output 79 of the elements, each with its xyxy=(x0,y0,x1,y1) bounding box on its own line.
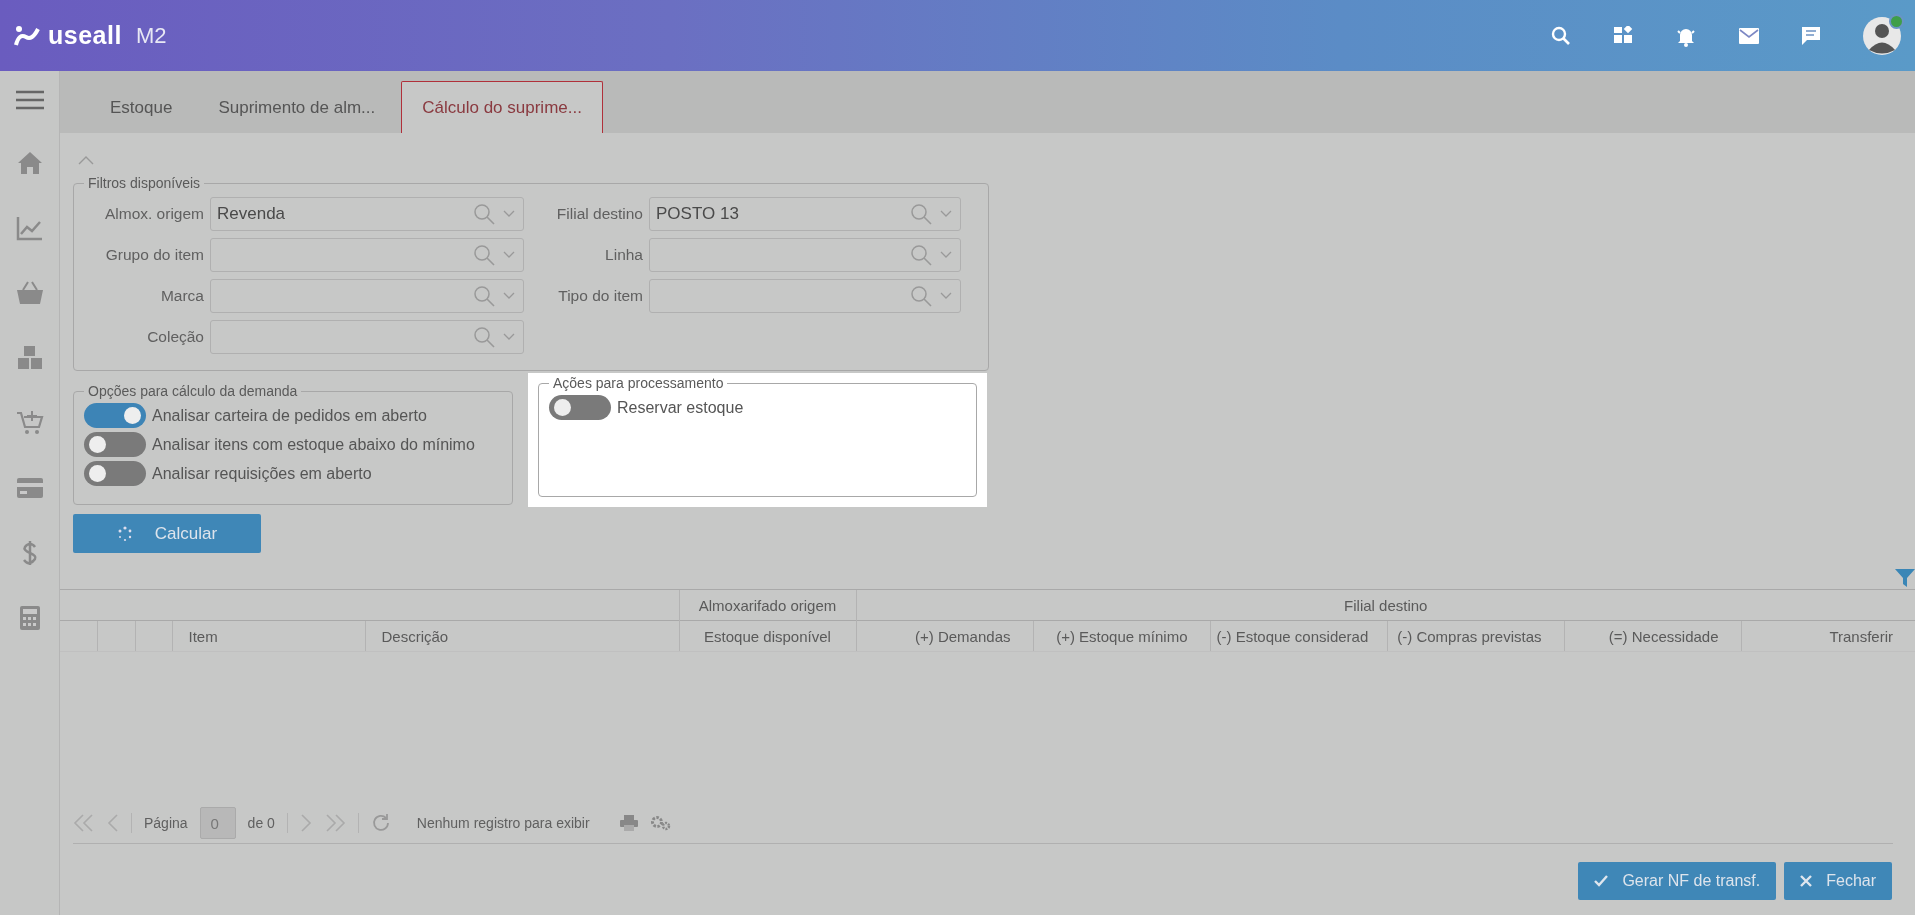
field-label: Marca xyxy=(159,287,204,305)
toggle-label: Analisar itens com estoque abaixo do mínimo xyxy=(152,435,475,454)
status-dot xyxy=(1889,13,1904,29)
caret-icon[interactable] xyxy=(940,210,952,218)
empty-message: Nenhum registro para exibir xyxy=(416,815,590,831)
next-page-icon[interactable] xyxy=(299,814,312,832)
printer-icon[interactable] xyxy=(619,815,638,831)
panel-title: Opções para cálculo da demanda xyxy=(87,383,299,399)
close-icon xyxy=(1800,875,1813,887)
caret-icon[interactable] xyxy=(940,292,952,300)
lookup-field[interactable] xyxy=(210,238,524,272)
calculate-button[interactable]: Calcular xyxy=(73,514,261,553)
field-label: Tipo do item xyxy=(557,287,643,305)
column-header[interactable]: Item xyxy=(188,627,218,645)
lookup-field[interactable] xyxy=(649,238,961,272)
field-label: Coleção xyxy=(146,328,204,346)
field-label: Filial destino xyxy=(555,205,643,223)
search-icon[interactable] xyxy=(910,285,932,307)
caret-icon[interactable] xyxy=(503,292,515,300)
toggle-switch[interactable] xyxy=(84,403,146,428)
chat-icon[interactable] xyxy=(1801,25,1821,46)
filter-icon[interactable] xyxy=(1895,569,1915,587)
lookup-field[interactable]: Revenda xyxy=(210,197,524,231)
field-label: Almox. origem xyxy=(103,205,204,223)
menu-icon[interactable] xyxy=(15,90,44,110)
column-header[interactable]: Descrição xyxy=(381,627,449,645)
search-icon[interactable] xyxy=(473,244,495,266)
toggle-label: Analisar requisições em aberto xyxy=(152,464,372,483)
panel-title: Filtros disponíveis xyxy=(87,175,202,191)
search-icon[interactable] xyxy=(473,203,495,225)
avatar[interactable] xyxy=(1863,16,1901,55)
previous-page-icon[interactable] xyxy=(107,814,119,832)
chart-icon[interactable] xyxy=(15,214,44,241)
search-icon[interactable] xyxy=(473,326,495,348)
collapse-icon[interactable] xyxy=(78,155,94,165)
caret-icon[interactable] xyxy=(503,251,515,259)
logo-suffix: M2 xyxy=(135,22,167,49)
toggle-label: Analisar carteira de pedidos em aberto xyxy=(152,406,427,425)
settings-icon[interactable] xyxy=(649,815,672,831)
footer-button[interactable]: Gerar NF de transf. xyxy=(1578,862,1777,900)
check-icon xyxy=(1594,875,1609,887)
lookup-field[interactable]: POSTO 13 xyxy=(649,197,961,231)
basket-icon[interactable] xyxy=(15,279,44,306)
spinner-icon xyxy=(116,525,133,542)
caret-icon[interactable] xyxy=(940,251,952,259)
lookup-field[interactable] xyxy=(210,320,524,354)
toggle-label: Reservar estoque xyxy=(617,398,744,417)
cart-plus-icon[interactable] xyxy=(15,409,44,436)
lookup-field[interactable] xyxy=(649,279,961,313)
column-group-header: Filial destino xyxy=(856,589,1915,621)
logo-text: useall xyxy=(48,21,122,50)
toggle-switch[interactable] xyxy=(84,461,146,486)
search-icon[interactable] xyxy=(910,203,932,225)
page-count: de 0 xyxy=(247,815,275,831)
toggle-switch[interactable] xyxy=(549,395,611,420)
caret-icon[interactable] xyxy=(503,333,515,341)
logo-icon xyxy=(14,24,40,47)
column-group-header: Almoxarifado origem xyxy=(679,589,856,621)
first-page-icon[interactable] xyxy=(73,814,95,832)
tab[interactable]: Cálculo do suprime... xyxy=(401,81,603,133)
last-page-icon[interactable] xyxy=(323,814,346,832)
refresh-icon[interactable] xyxy=(370,813,391,833)
search-icon[interactable] xyxy=(910,244,932,266)
footer-button[interactable]: Fechar xyxy=(1784,862,1892,900)
field-label: Grupo do item xyxy=(104,246,204,264)
toggle-switch[interactable] xyxy=(84,432,146,457)
tab[interactable]: Estoque xyxy=(90,82,193,133)
mail-icon[interactable] xyxy=(1739,27,1759,44)
lookup-field[interactable] xyxy=(210,279,524,313)
tab[interactable]: Suprimento de alm... xyxy=(198,82,396,133)
page-label: Página xyxy=(144,815,188,831)
caret-icon[interactable] xyxy=(503,210,515,218)
widgets-icon[interactable] xyxy=(1613,25,1633,46)
search-icon[interactable] xyxy=(473,285,495,307)
page-field[interactable]: 0 xyxy=(199,807,236,839)
panel-title: Ações para processamento xyxy=(552,375,725,391)
cubes-icon[interactable] xyxy=(15,344,44,371)
field-label: Linha xyxy=(604,246,643,264)
search-icon[interactable] xyxy=(1551,25,1571,46)
